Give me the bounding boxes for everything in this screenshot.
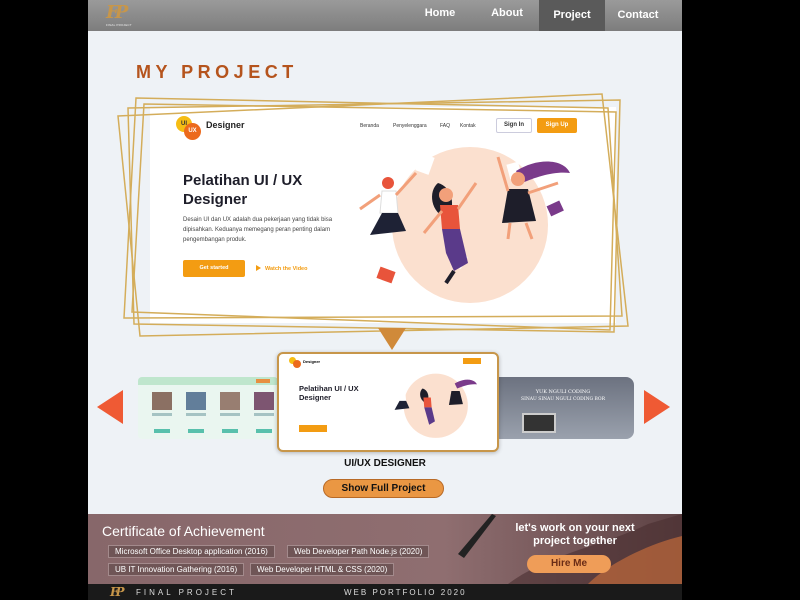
logo-mark: FP	[106, 2, 128, 23]
project-title: UI/UX DESIGNER	[344, 458, 426, 469]
show-full-project-button[interactable]: Show Full Project	[323, 479, 444, 498]
left-thumbnail-graphic	[138, 377, 278, 433]
thumb-right-laptop	[522, 413, 556, 433]
carousel-thumb-center[interactable]: Designer Pelatihan UI / UX Designer	[277, 352, 499, 452]
thumb-right-text-1: YUK NGULI CODING	[535, 389, 591, 395]
preview-watch-video: Watch the Video	[256, 265, 307, 272]
carousel-thumb-left[interactable]	[138, 377, 278, 439]
thumb-heading: Pelatihan UI / UX Designer	[299, 384, 359, 402]
thumb-right-text-2: SINAU SINAU NGULI CODING BOR	[520, 397, 605, 402]
preview-paragraph: Desain UI dan UX adalah dua pekerjaan ya…	[183, 217, 333, 243]
nav-project-link[interactable]: Project	[539, 0, 605, 31]
preview-heading: Pelatihan UI / UX Designer	[183, 172, 303, 208]
section-title: MY PROJECT	[136, 62, 298, 82]
certificate-tag: Microsoft Office Desktop application (20…	[108, 545, 275, 558]
work-together-text: let's work on your next project together	[515, 522, 635, 547]
site-logo[interactable]: FP FINAL PROJECT	[106, 4, 136, 28]
nav-about-link[interactable]: About	[481, 0, 533, 29]
thumb-illustration	[394, 373, 477, 438]
page: FP FINAL PROJECT Home About Project Cont…	[88, 0, 682, 600]
preview-get-started: Get started	[183, 260, 245, 277]
play-icon	[256, 265, 261, 271]
people-jumping-illustration	[359, 147, 570, 303]
preview-sign-in: Sign In	[496, 118, 532, 133]
preview-pointer	[378, 328, 406, 350]
preview-menu-penyelenggara: Penyelenggara	[393, 123, 427, 129]
nav-home-link[interactable]: Home	[414, 0, 466, 29]
logo-ux-circle: UX	[184, 123, 201, 140]
top-navbar: FP FINAL PROJECT Home About Project Cont…	[88, 0, 682, 31]
thumb-get-started	[299, 425, 327, 432]
carousel-next-arrow[interactable]	[644, 390, 670, 424]
bottom-web-portfolio: WEB PORTFOLIO 2020	[344, 588, 467, 597]
preview-watch-label: Watch the Video	[265, 266, 308, 272]
bottom-final-project: FINAL PROJECT	[136, 588, 237, 597]
thumb-logo	[289, 357, 301, 368]
preview-menu-faq: FAQ	[440, 123, 451, 129]
bottom-logo: FP	[110, 585, 124, 599]
certificate-tag: Web Developer HTML & CSS (2020)	[250, 563, 395, 576]
preview-sign-up: Sign Up	[537, 118, 577, 133]
bottom-bar: FP FINAL PROJECT WEB PORTFOLIO 2020	[88, 584, 682, 600]
project-preview[interactable]: UI UX Designer Beranda Penyelenggara FAQ…	[150, 107, 616, 323]
carousel-prev-arrow[interactable]	[97, 390, 123, 424]
logo-subtitle: FINAL PROJECT	[106, 23, 132, 27]
preview-menu-beranda: Beranda	[360, 123, 379, 129]
preview-brand: Designer	[206, 120, 245, 130]
preview-logo: UI UX	[176, 116, 202, 140]
carousel-thumb-right[interactable]: YUK NGULI CODING SINAU SINAU NGULI CODIN…	[492, 377, 634, 439]
thumb-brand: Designer	[303, 359, 321, 364]
preview-menu-kontak: Kontak	[460, 123, 476, 129]
nav-contact-link[interactable]: Contact	[610, 0, 666, 31]
footer-section: Certificate of Achievement Microsoft Off…	[88, 514, 682, 584]
certificate-tag: Web Developer Path Node.js (2020)	[287, 545, 430, 558]
thumb-sign-up	[463, 358, 481, 364]
hire-me-button[interactable]: Hire Me	[527, 555, 611, 573]
certificate-title: Certificate of Achievement	[102, 523, 265, 539]
certificate-tag: UB IT Innovation Gathering (2016)	[108, 563, 245, 576]
